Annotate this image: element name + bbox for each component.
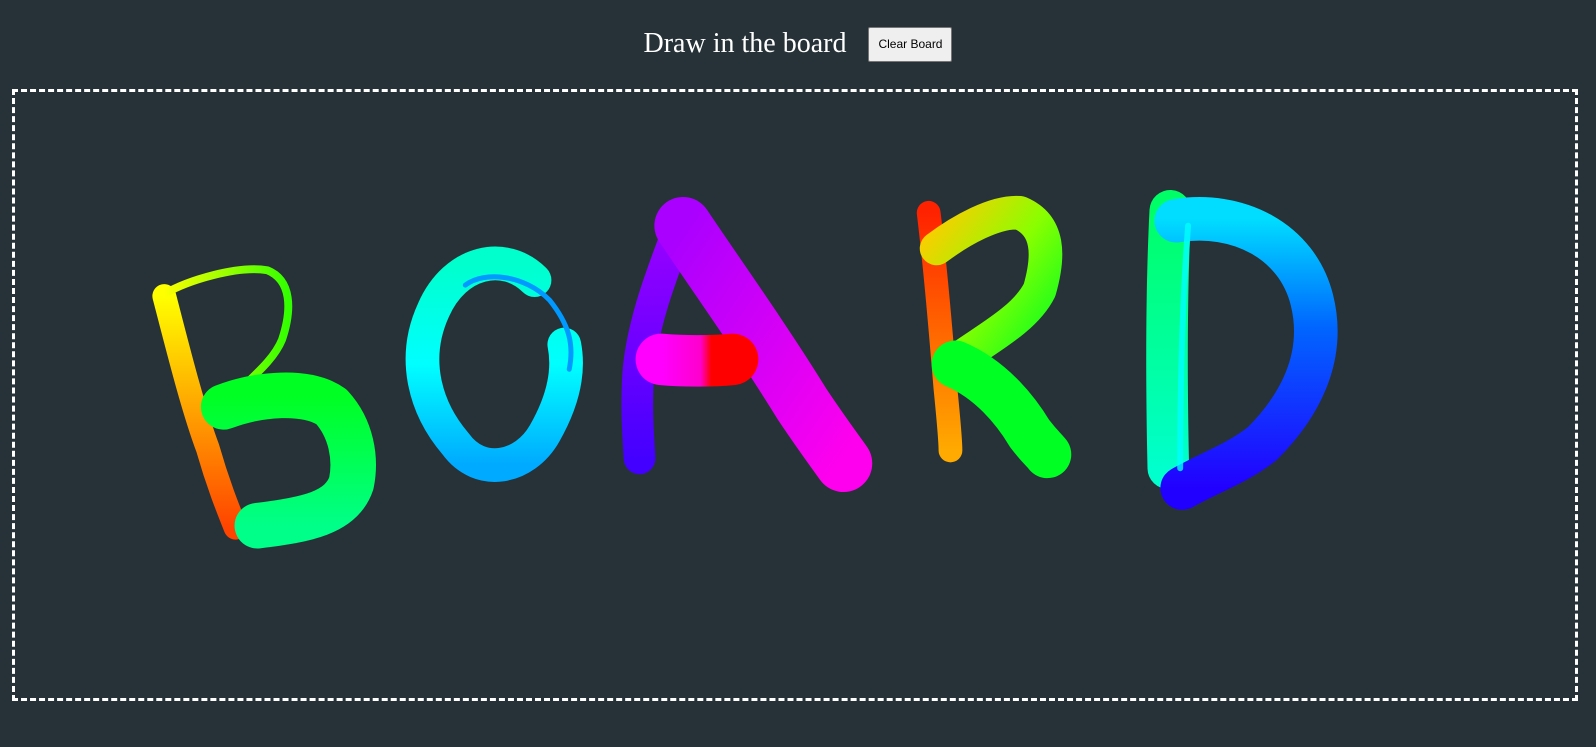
letter-o-strokes: [405, 246, 583, 482]
letter-d-strokes: [1146, 190, 1338, 510]
drawing-board[interactable]: [12, 89, 1578, 701]
header: Draw in the board Clear Board: [0, 26, 1596, 62]
letter-a-strokes: [621, 196, 873, 493]
page-title: Draw in the board: [643, 28, 847, 59]
letter-b-strokes: [152, 265, 376, 549]
clear-board-button[interactable]: Clear Board: [868, 26, 953, 62]
letter-r-strokes: [916, 195, 1072, 479]
board-canvas[interactable]: [15, 92, 1575, 698]
